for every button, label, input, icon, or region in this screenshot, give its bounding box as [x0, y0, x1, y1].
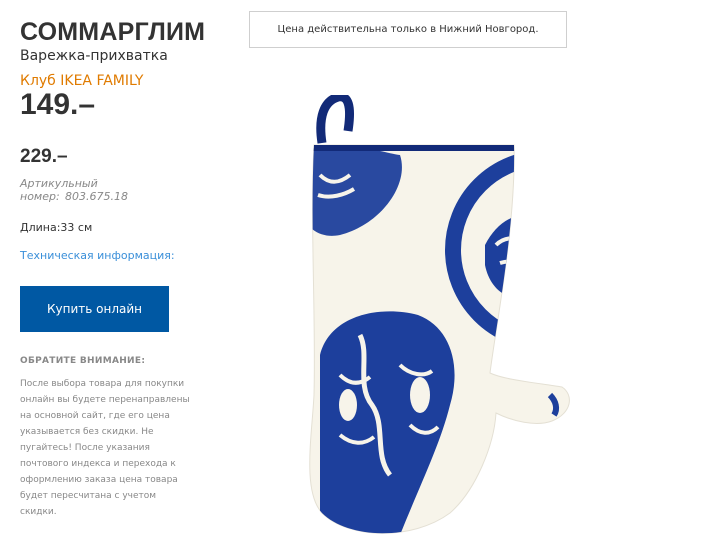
notice-line: После выбора товара для покупки	[20, 379, 185, 389]
notice-line: оформлению заказа цена товара	[20, 475, 178, 485]
family-price: 149.–	[20, 88, 96, 121]
tech-info-link[interactable]: Техническая информация:	[20, 249, 175, 262]
notice-heading: ОБРАТИТЕ ВНИМАНИЕ:	[20, 356, 146, 366]
notice-line: почтового индекса и перехода к	[20, 459, 176, 469]
notice-line: на основной сайт, где его цена	[20, 411, 170, 421]
ikea-family-label: Клуб IKEA FAMILY	[20, 73, 144, 89]
article-number: 803.675.18	[65, 190, 128, 203]
buy-online-button[interactable]: Купить онлайн	[20, 286, 169, 332]
product-subtitle: Варежка-прихватка	[20, 48, 168, 64]
notice-line: пугайтесь! После указания	[20, 443, 150, 453]
mitt-loop	[316, 92, 355, 144]
notice-line: будет пересчитана с учетом	[20, 491, 157, 501]
notice-text: После выбора товара для покупки онлайн в…	[20, 376, 210, 520]
article-number-block: Артикульный номер: 803.675.18	[20, 177, 180, 203]
notice-line: указывается без скидки. Не	[20, 427, 154, 437]
banner-text: Цена действительна только в Нижний Новго…	[277, 24, 539, 35]
regular-price: 229.–	[20, 146, 68, 167]
product-image	[300, 92, 580, 539]
product-length: Длина:33 см	[20, 221, 93, 234]
price-validity-banner: Цена действительна только в Нижний Новго…	[249, 11, 567, 48]
product-title: СОММАРГЛИМ	[20, 18, 206, 46]
notice-line: скидки.	[20, 507, 57, 517]
oven-mitt-illustration	[309, 92, 570, 534]
notice-line: онлайн вы будете перенаправлены	[20, 395, 190, 405]
